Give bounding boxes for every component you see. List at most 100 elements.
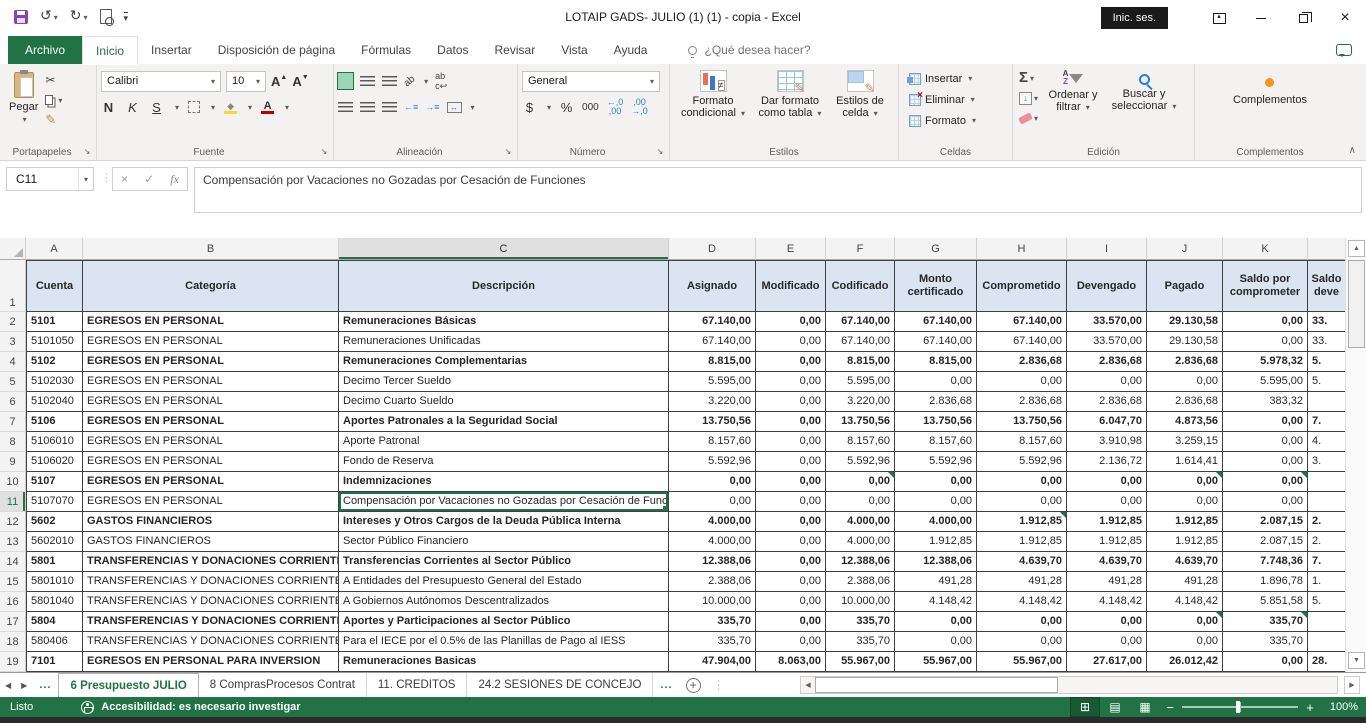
header-cell-B1[interactable]: Categoría: [83, 260, 339, 312]
sheet-prev-icon[interactable]: ◀: [0, 673, 16, 697]
cell-J2[interactable]: 29.130,58: [1147, 312, 1223, 332]
cell-A11[interactable]: 5107070: [26, 492, 83, 512]
cell-E13[interactable]: 0,00: [756, 532, 826, 552]
cell-G2[interactable]: 67.140,00: [895, 312, 977, 332]
cell-E5[interactable]: 0,00: [756, 372, 826, 392]
cell-H6[interactable]: 2.836,68: [977, 392, 1067, 412]
cell-E18[interactable]: 0,00: [756, 632, 826, 652]
cell-K16[interactable]: 5.851,58: [1223, 592, 1308, 612]
cell-L14[interactable]: 7.: [1308, 552, 1345, 572]
cell-E10[interactable]: 0,00: [756, 472, 826, 492]
cell-H12[interactable]: 1.912,85: [977, 512, 1067, 532]
select-all-corner[interactable]: [0, 238, 26, 260]
cell-C12[interactable]: Intereses y Otros Cargos de la Deuda Púb…: [339, 512, 669, 532]
cell-L8[interactable]: 4.: [1308, 432, 1345, 452]
new-sheet-icon[interactable]: +: [686, 678, 701, 693]
cell-I17[interactable]: 0,00: [1067, 612, 1147, 632]
zoom-out-button[interactable]: −: [1160, 700, 1180, 715]
cell-C19[interactable]: Remuneraciones Basicas: [339, 652, 669, 672]
cell-I8[interactable]: 3.910,98: [1067, 432, 1147, 452]
insert-function-icon[interactable]: fx: [170, 172, 179, 187]
cell-styles-button[interactable]: ✎ Estilos de celda ▾: [828, 68, 892, 142]
row-header-11[interactable]: 11: [0, 492, 26, 512]
cell-A13[interactable]: 5602010: [26, 532, 83, 552]
cell-E19[interactable]: 8.063,00: [756, 652, 826, 672]
increase-indent-icon[interactable]: →≡: [425, 102, 439, 112]
cut-button[interactable]: ✂: [45, 72, 62, 88]
cell-A4[interactable]: 5102: [26, 352, 83, 372]
cell-C7[interactable]: Aportes Patronales a la Seguridad Social: [339, 412, 669, 432]
cell-A16[interactable]: 5801040: [26, 592, 83, 612]
cell-K2[interactable]: 0,00: [1223, 312, 1308, 332]
cell-B4[interactable]: EGRESOS EN PERSONAL: [83, 352, 339, 372]
cell-C6[interactable]: Decimo Cuarto Sueldo: [339, 392, 669, 412]
orientation-icon[interactable]: ab: [402, 73, 418, 89]
cell-F10[interactable]: 0,00: [826, 472, 895, 492]
increase-font-icon[interactable]: A▲: [271, 74, 287, 89]
row-header-1[interactable]: 1: [0, 260, 26, 312]
cell-I14[interactable]: 4.639,70: [1067, 552, 1147, 572]
header-cell-F1[interactable]: Codificado: [826, 260, 895, 312]
vertical-scroll-thumb[interactable]: [1348, 260, 1365, 348]
cell-F16[interactable]: 10.000,00: [826, 592, 895, 612]
cell-D17[interactable]: 335,70: [669, 612, 756, 632]
vertical-scrollbar[interactable]: ▲ ▼: [1345, 238, 1366, 672]
cell-H5[interactable]: 0,00: [977, 372, 1067, 392]
cell-B8[interactable]: EGRESOS EN PERSONAL: [83, 432, 339, 452]
tab-datos[interactable]: Datos: [424, 36, 481, 64]
cell-D15[interactable]: 2.388,06: [669, 572, 756, 592]
bold-button[interactable]: N: [101, 100, 116, 115]
cell-K5[interactable]: 5.595,00: [1223, 372, 1308, 392]
cell-I4[interactable]: 2.836,68: [1067, 352, 1147, 372]
tab-insertar[interactable]: Insertar: [138, 36, 205, 64]
horizontal-scrollbar[interactable]: ◀: [800, 676, 1338, 694]
cell-K8[interactable]: 0,00: [1223, 432, 1308, 452]
header-cell-J1[interactable]: Pagado: [1147, 260, 1223, 312]
cell-E8[interactable]: 0,00: [756, 432, 826, 452]
row-header-15[interactable]: 15: [0, 572, 26, 592]
zoom-level[interactable]: 100%: [1320, 701, 1358, 713]
row-header-10[interactable]: 10: [0, 472, 26, 492]
cell-D9[interactable]: 5.592,96: [669, 452, 756, 472]
cell-C3[interactable]: Remuneraciones Unificadas: [339, 332, 669, 352]
cell-G9[interactable]: 5.592,96: [895, 452, 977, 472]
cell-H9[interactable]: 5.592,96: [977, 452, 1067, 472]
cell-K11[interactable]: 0,00: [1223, 492, 1308, 512]
cell-A5[interactable]: 5102030: [26, 372, 83, 392]
cell-H16[interactable]: 4.148,42: [977, 592, 1067, 612]
cell-F13[interactable]: 4.000,00: [826, 532, 895, 552]
format-as-table-button[interactable]: ✎ Dar formato como tabla ▾: [752, 68, 828, 142]
sheet-overflow-right[interactable]: ...: [653, 673, 679, 697]
align-center-icon[interactable]: [360, 102, 375, 112]
cell-B5[interactable]: EGRESOS EN PERSONAL: [83, 372, 339, 392]
cell-F14[interactable]: 12.388,06: [826, 552, 895, 572]
cell-K15[interactable]: 1.896,78: [1223, 572, 1308, 592]
row-header-13[interactable]: 13: [0, 532, 26, 552]
cell-F18[interactable]: 335,70: [826, 632, 895, 652]
cell-D6[interactable]: 3.220,00: [669, 392, 756, 412]
cell-I7[interactable]: 6.047,70: [1067, 412, 1147, 432]
cell-E9[interactable]: 0,00: [756, 452, 826, 472]
font-color-icon[interactable]: A: [261, 101, 274, 114]
cell-L2[interactable]: 33.: [1308, 312, 1345, 332]
cell-B13[interactable]: GASTOS FINANCIEROS: [83, 532, 339, 552]
cell-H8[interactable]: 8.157,60: [977, 432, 1067, 452]
cell-C9[interactable]: Fondo de Reserva: [339, 452, 669, 472]
font-name-select[interactable]: Calibri▾: [101, 71, 221, 92]
currency-format-button[interactable]: $: [522, 100, 537, 115]
cell-H2[interactable]: 67.140,00: [977, 312, 1067, 332]
copy-button[interactable]: ▾: [45, 92, 62, 108]
cell-K9[interactable]: 0,00: [1223, 452, 1308, 472]
cell-K18[interactable]: 335,70: [1223, 632, 1308, 652]
borders-icon[interactable]: [188, 101, 200, 113]
tell-me-search[interactable]: ¿Qué desea hacer?: [688, 36, 810, 64]
close-button[interactable]: ×: [1324, 3, 1366, 33]
cell-H11[interactable]: 0,00: [977, 492, 1067, 512]
cell-J7[interactable]: 4.873,56: [1147, 412, 1223, 432]
cell-D3[interactable]: 67.140,00: [669, 332, 756, 352]
cell-B17[interactable]: TRANSFERENCIAS Y DONACIONES CORRIENTES: [83, 612, 339, 632]
cell-L4[interactable]: 5.: [1308, 352, 1345, 372]
cell-D19[interactable]: 47.904,00: [669, 652, 756, 672]
row-header-5[interactable]: 5: [0, 372, 26, 392]
cell-A3[interactable]: 5101050: [26, 332, 83, 352]
